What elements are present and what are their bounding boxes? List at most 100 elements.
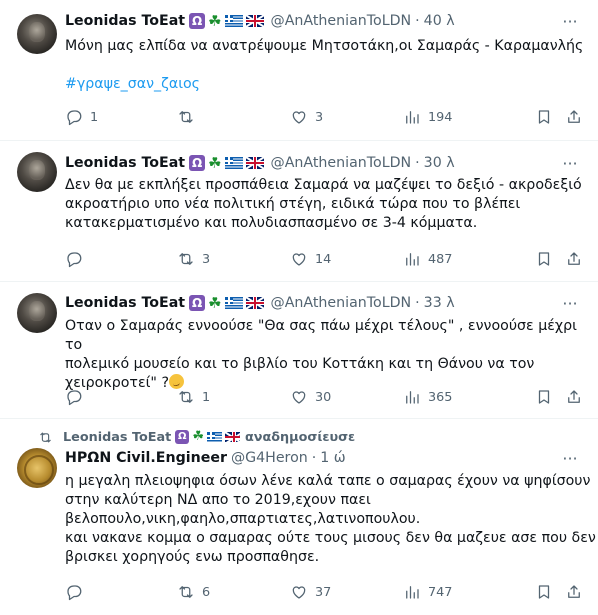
retweet-action-label: αναδημοσίευσε — [244, 429, 356, 445]
views-count: 747 — [428, 584, 453, 600]
timestamp[interactable]: 1 ώ — [320, 448, 345, 468]
reply-icon — [67, 390, 82, 406]
retweet-icon — [179, 253, 193, 265]
ophiuchus-icon: Ω — [189, 155, 206, 171]
tweet-text-line: ακροατήριο υπο νέα πολιτική στέγη, ειδικ… — [65, 196, 521, 212]
like-icon — [292, 111, 306, 124]
bookmark-button[interactable] — [535, 582, 553, 602]
like-icon — [292, 391, 306, 404]
author-handle[interactable]: @G4Heron — [231, 448, 308, 468]
views-count: 487 — [428, 251, 453, 267]
reply-button[interactable]: 1 — [65, 107, 98, 127]
ophiuchus-icon: Ω — [189, 13, 206, 29]
views-button[interactable]: 487 — [403, 249, 452, 269]
reply-button[interactable] — [65, 387, 90, 407]
retweet-button[interactable]: 3 — [177, 249, 210, 269]
author-handle[interactable]: @AnAthenianToLDN — [271, 153, 412, 173]
more-icon[interactable]: ··· — [560, 153, 580, 173]
greece-flag-icon — [224, 15, 243, 27]
like-button[interactable]: 37 — [290, 582, 331, 602]
tweet-text-line: πολεμικό μουσείο και το βιβλίο του Κοττά… — [65, 356, 535, 372]
views-button[interactable]: 365 — [403, 387, 452, 407]
like-icon — [292, 253, 306, 266]
retweet-icon — [40, 431, 51, 443]
tweet[interactable]: Leonidas ToEat Ω ☘ @AnAthenianToLDN · 30… — [0, 142, 598, 282]
name-emojis: Ω ☘ — [189, 13, 266, 29]
author-handle[interactable]: @AnAthenianToLDN — [271, 293, 412, 313]
retweet-button[interactable]: 1 — [177, 387, 210, 407]
name-emojis: Ω ☘ — [189, 155, 266, 171]
author-name[interactable]: Leonidas ToEat — [65, 153, 185, 173]
reply-button[interactable] — [65, 582, 90, 602]
separator-dot: · — [311, 450, 317, 466]
retweet-button[interactable] — [177, 107, 202, 127]
like-button[interactable]: 14 — [290, 249, 331, 269]
tweet-actions: 6 37 747 — [65, 582, 585, 602]
timestamp[interactable]: 30 λ — [424, 153, 455, 173]
greece-flag-icon — [206, 432, 222, 442]
retweet-button[interactable]: 6 — [177, 582, 210, 602]
separator-dot: · — [415, 155, 420, 171]
views-button[interactable]: 194 — [403, 107, 452, 127]
bookmark-button[interactable] — [535, 107, 553, 127]
more-icon[interactable]: ··· — [560, 448, 580, 468]
author-name[interactable]: Leonidas ToEat — [65, 11, 185, 31]
retweet-context[interactable]: Leonidas ToEat Ω ☘ αναδημοσίευσε — [38, 429, 355, 445]
views-icon — [406, 253, 419, 266]
tweet[interactable]: Leonidas ToEat Ω ☘ @AnAthenianToLDN · 40… — [0, 0, 598, 141]
more-icon[interactable]: ··· — [560, 293, 580, 313]
bookmark-button[interactable] — [535, 249, 553, 269]
bookmark-icon — [538, 390, 550, 404]
share-button[interactable] — [565, 582, 583, 602]
reply-icon — [67, 110, 82, 126]
tweet-header: Leonidas ToEat Ω ☘ @AnAthenianToLDN · 40… — [65, 11, 455, 31]
author-name[interactable]: Leonidas ToEat — [65, 293, 185, 313]
hashtag-link[interactable]: #γραψε_σαν_ζαιος — [65, 75, 200, 94]
more-icon[interactable]: ··· — [560, 11, 580, 31]
timestamp[interactable]: 40 λ — [424, 11, 455, 31]
bookmark-button[interactable] — [535, 387, 553, 407]
uk-flag-icon — [245, 297, 264, 309]
like-count: 30 — [315, 389, 332, 405]
tweet-text-line: βρισκει χορηγούς ενω προσπαθησε. — [65, 549, 320, 565]
author-handle[interactable]: @AnAthenianToLDN — [271, 11, 412, 31]
share-button[interactable] — [565, 249, 583, 269]
like-count: 14 — [315, 251, 332, 267]
avatar[interactable] — [17, 448, 57, 488]
avatar[interactable] — [17, 14, 57, 54]
timestamp[interactable]: 33 λ — [424, 293, 455, 313]
tweet-header: Leonidas ToEat Ω ☘ @AnAthenianToLDN · 33… — [65, 293, 455, 313]
retweet-icon — [179, 586, 193, 598]
name-emojis: Ω ☘ — [189, 295, 266, 311]
tweet-text: Οταν ο Σαμαράς εννοούσε "Θα σας πάω μέχρ… — [65, 317, 598, 393]
like-button[interactable]: 3 — [290, 107, 323, 127]
share-icon — [568, 252, 580, 265]
share-icon — [568, 585, 580, 598]
reply-button[interactable] — [65, 249, 90, 269]
share-icon — [568, 390, 580, 403]
tweet[interactable]: Leonidas ToEat Ω ☘ @AnAthenianToLDN · 33… — [0, 283, 598, 419]
reply-icon — [67, 585, 82, 601]
tweet-actions: 1 3 194 — [65, 107, 585, 127]
views-button[interactable]: 747 — [403, 582, 452, 602]
like-count: 37 — [315, 584, 332, 600]
avatar[interactable] — [17, 293, 57, 333]
shamrock-icon: ☘ — [208, 294, 222, 312]
tweet-text-line: και νακανε κομμα ο σαμαρας ούτε τους μισ… — [65, 530, 596, 546]
tweet-text: Μόνη μας ελπίδα να ανατρέψουμε Μητσοτάκη… — [65, 37, 583, 56]
tweet-text-line: Δεν θα με εκπλήξει προσπάθεια Σαμαρά να … — [65, 177, 582, 193]
like-count: 3 — [315, 109, 324, 125]
like-button[interactable]: 30 — [290, 387, 331, 407]
separator-dot: · — [415, 295, 420, 311]
share-button[interactable] — [565, 387, 583, 407]
retweeter-name[interactable]: Leonidas ToEat — [63, 430, 171, 445]
share-button[interactable] — [565, 107, 583, 127]
tweet-header: ΗΡΩΝ Civil.Engineer @G4Heron · 1 ώ — [65, 448, 346, 468]
share-icon — [568, 110, 580, 123]
bookmark-icon — [538, 110, 550, 124]
author-name[interactable]: ΗΡΩΝ Civil.Engineer — [65, 448, 227, 468]
shamrock-icon: ☘ — [208, 154, 222, 172]
views-icon — [406, 586, 419, 599]
avatar[interactable] — [17, 152, 57, 192]
views-count: 365 — [428, 389, 453, 405]
